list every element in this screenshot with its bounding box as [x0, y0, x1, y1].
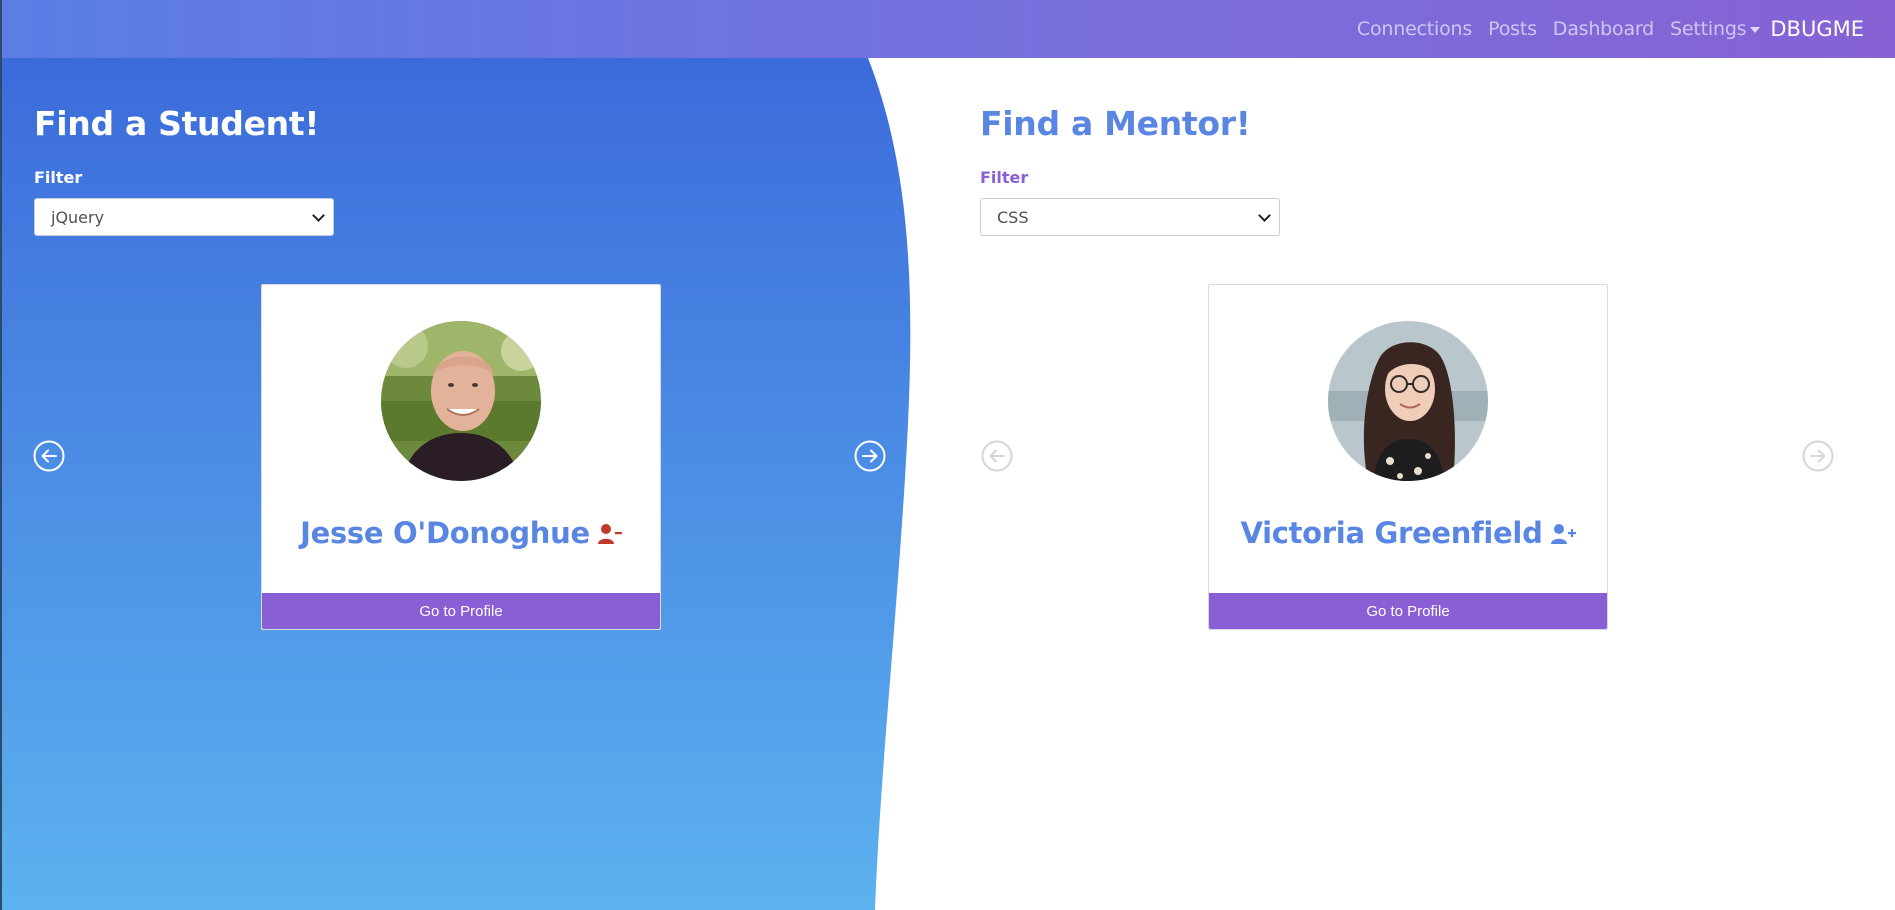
find-student-panel: Find a Student! Filter jQuery Jesse O'Do…	[0, 58, 905, 910]
arrow-left-circle-icon	[981, 440, 1013, 472]
nav-connections-link[interactable]: Connections	[1357, 18, 1472, 40]
user-plus-icon[interactable]	[1550, 518, 1576, 552]
student-name: Jesse O'Donoghue	[300, 516, 590, 550]
nav-dashboard-link[interactable]: Dashboard	[1553, 18, 1654, 40]
user-minus-icon[interactable]	[597, 518, 622, 552]
find-mentor-panel: Find a Mentor! Filter CSS Victoria Green…	[946, 58, 1895, 910]
top-navbar: Connections Posts Dashboard Settings DBU…	[0, 0, 1895, 58]
student-filter-label: Filter	[34, 168, 83, 187]
student-avatar	[381, 321, 541, 481]
mentor-filter-select[interactable]: CSS	[980, 198, 1280, 236]
student-filter-select[interactable]: jQuery	[34, 198, 334, 236]
mentor-photo	[1328, 321, 1488, 481]
mentor-filter-value: CSS	[997, 207, 1029, 227]
mentor-name: Victoria Greenfield	[1240, 516, 1543, 550]
arrow-left-circle-icon	[33, 440, 65, 472]
mentor-card: Victoria Greenfield Go to Profile	[1208, 284, 1608, 630]
chevron-down-icon	[1258, 208, 1271, 222]
brand-logo[interactable]: DBUGME	[1770, 17, 1864, 41]
arrow-right-circle-icon	[1802, 440, 1834, 472]
student-name-row: Jesse O'Donoghue	[262, 516, 660, 552]
student-prev-button[interactable]	[33, 440, 65, 472]
student-section-title: Find a Student!	[34, 104, 320, 143]
student-filter-value: jQuery	[51, 207, 105, 227]
student-card: Jesse O'Donoghue Go to Profile	[261, 284, 661, 630]
mentor-avatar	[1328, 321, 1488, 481]
mentor-filter-label: Filter	[980, 168, 1029, 187]
mentor-go-to-profile-button[interactable]: Go to Profile	[1209, 593, 1607, 629]
student-go-to-profile-button[interactable]: Go to Profile	[262, 593, 660, 629]
mentor-next-button[interactable]	[1802, 440, 1834, 472]
arrow-right-circle-icon	[854, 440, 886, 472]
caret-down-icon	[1750, 26, 1761, 33]
mentor-section-title: Find a Mentor!	[980, 104, 1251, 143]
window-edge	[0, 0, 2, 910]
mentor-prev-button[interactable]	[981, 440, 1013, 472]
mentor-name-row: Victoria Greenfield	[1209, 516, 1607, 552]
nav-settings-dropdown[interactable]: Settings	[1670, 18, 1761, 40]
student-next-button[interactable]	[854, 440, 886, 472]
student-photo	[381, 321, 541, 481]
settings-label: Settings	[1670, 18, 1747, 40]
chevron-down-icon	[312, 208, 325, 222]
nav-posts-link[interactable]: Posts	[1488, 18, 1537, 40]
